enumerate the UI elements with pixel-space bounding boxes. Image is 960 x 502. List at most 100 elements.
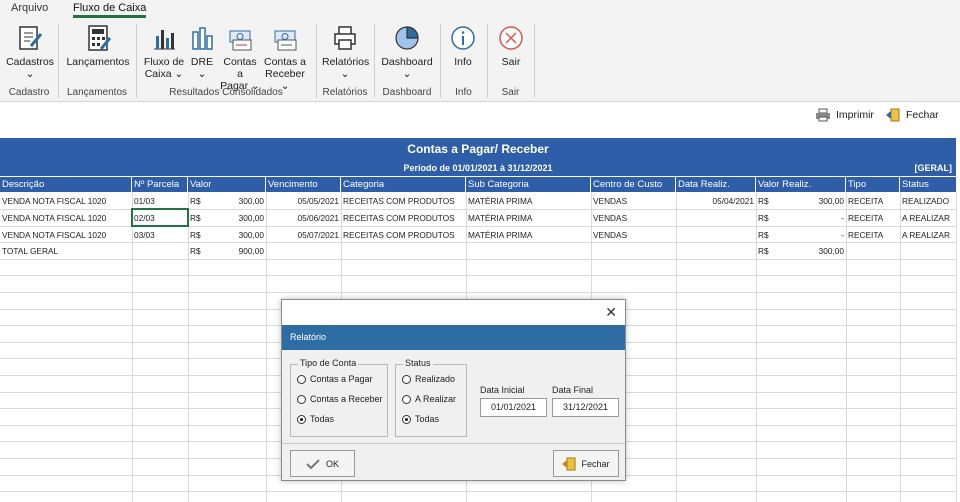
cell-currency[interactable]: R$ bbox=[756, 243, 786, 259]
cell-sub-categoria[interactable]: MATÉRIA PRIMA bbox=[466, 227, 591, 243]
cell-valor-realiz[interactable]: - bbox=[786, 227, 846, 243]
table-row[interactable]: VENDA NOTA FISCAL 1020 01/03 R$ 300,00 0… bbox=[0, 193, 956, 209]
cell-descricao[interactable]: VENDA NOTA FISCAL 1020 bbox=[0, 210, 132, 226]
cell-status[interactable]: REALIZADO bbox=[900, 193, 956, 209]
cell-parcela[interactable]: 01/03 bbox=[132, 193, 188, 209]
tab-arquivo[interactable]: Arquivo bbox=[11, 2, 48, 14]
col-sub-categoria[interactable]: Sub Categoria bbox=[466, 177, 591, 192]
cell-vencimento[interactable]: 05/05/2021 bbox=[266, 193, 341, 209]
fechar-sheet-button[interactable]: Fechar bbox=[885, 108, 939, 122]
sair-button[interactable]: Sair bbox=[498, 24, 524, 68]
contas-a-pagar-button[interactable]: Contas a Pagar ⌄ bbox=[219, 24, 261, 92]
data-inicial-input[interactable]: 01/01/2021 bbox=[480, 398, 547, 417]
checkmark-icon bbox=[306, 458, 320, 469]
cell-categoria[interactable]: RECEITAS COM PRODUTOS bbox=[341, 227, 466, 243]
tab-fluxo-de-caixa[interactable]: Fluxo de Caixa bbox=[73, 2, 147, 18]
cell-tipo[interactable]: RECEITA bbox=[846, 227, 900, 243]
fluxo-de-caixa-button[interactable]: Fluxo de Caixa ⌄ bbox=[142, 24, 186, 80]
cell-vencimento[interactable]: 05/07/2021 bbox=[266, 227, 341, 243]
radio-contas-a-pagar[interactable]: Contas a Pagar bbox=[297, 374, 373, 384]
ok-label: OK bbox=[325, 458, 339, 469]
dre-label: DRE bbox=[190, 56, 214, 68]
col-valor-realiz[interactable]: Valor Realiz. bbox=[756, 177, 846, 192]
cell-valor[interactable]: 300,00 bbox=[214, 227, 266, 243]
report-period-bar: Período de 01/01/2021 à 31/12/2021 [GERA… bbox=[0, 160, 956, 176]
cell-data-realiz[interactable]: 05/04/2021 bbox=[676, 193, 756, 209]
cell-sub-categoria[interactable]: MATÉRIA PRIMA bbox=[466, 210, 591, 226]
cell-centro[interactable]: VENDAS bbox=[591, 193, 676, 209]
col-status[interactable]: Status bbox=[900, 177, 956, 192]
selected-cell[interactable] bbox=[131, 208, 189, 227]
grid-line bbox=[956, 192, 957, 502]
lancamentos-button[interactable]: Lançamentos bbox=[66, 24, 130, 68]
radio-label: Contas a Receber bbox=[310, 394, 383, 404]
cell-tipo[interactable]: RECEITA bbox=[846, 210, 900, 226]
cell-currency[interactable]: R$ bbox=[756, 193, 786, 209]
report-period: Período de 01/01/2021 à 31/12/2021 bbox=[403, 163, 553, 173]
cell-valor-realiz[interactable]: - bbox=[786, 210, 846, 226]
bar-chart-icon bbox=[192, 27, 213, 50]
cell-valor[interactable]: 300,00 bbox=[214, 210, 266, 226]
radio-a-realizar[interactable]: A Realizar bbox=[402, 394, 456, 404]
radio-todas-tipo[interactable]: Todas bbox=[297, 414, 334, 424]
relatorios-button[interactable]: Relatórios ⌄ bbox=[322, 24, 369, 80]
dialog-title: Relatório bbox=[282, 325, 625, 350]
col-parcela[interactable]: Nº Parcela bbox=[132, 177, 188, 192]
filter-tag: [GERAL] bbox=[914, 163, 953, 173]
total-label[interactable]: TOTAL GERAL bbox=[0, 243, 132, 259]
cell-status[interactable]: A REALIZAR bbox=[900, 210, 956, 226]
cell-parcela[interactable]: 03/03 bbox=[132, 227, 188, 243]
imprimir-label: Imprimir bbox=[836, 109, 874, 121]
col-categoria[interactable]: Categoria bbox=[341, 177, 466, 192]
close-icon[interactable]: ✕ bbox=[605, 304, 617, 321]
col-data-realiz[interactable]: Data Realiz. bbox=[676, 177, 756, 192]
cadastros-button[interactable]: Cadastros ⌄ bbox=[6, 24, 54, 80]
cell-data-realiz[interactable] bbox=[676, 227, 756, 243]
dashboard-button[interactable]: Dashboard ⌄ bbox=[381, 24, 433, 80]
radio-todas-status[interactable]: Todas bbox=[402, 414, 439, 424]
info-icon bbox=[451, 26, 475, 50]
cell-centro[interactable]: VENDAS bbox=[591, 210, 676, 226]
col-centro-de-custo[interactable]: Centro de Custo bbox=[591, 177, 676, 192]
cell-sub-categoria[interactable]: MATÉRIA PRIMA bbox=[466, 193, 591, 209]
radio-contas-a-receber[interactable]: Contas a Receber bbox=[297, 394, 383, 404]
radio-realizado[interactable]: Realizado bbox=[402, 374, 455, 384]
cell-status[interactable]: A REALIZAR bbox=[900, 227, 956, 243]
imprimir-button[interactable]: Imprimir bbox=[815, 108, 874, 122]
cell-descricao[interactable]: VENDA NOTA FISCAL 1020 bbox=[0, 227, 132, 243]
total-valor[interactable]: 900,00 bbox=[214, 243, 266, 259]
info-button[interactable]: Info bbox=[450, 24, 476, 68]
exit-door-icon bbox=[886, 108, 900, 122]
cell-tipo[interactable]: RECEITA bbox=[846, 193, 900, 209]
cell-data-realiz[interactable] bbox=[676, 210, 756, 226]
dashboard-dropdown: ⌄ bbox=[402, 68, 412, 80]
total-valor-realiz[interactable]: 300,00 bbox=[786, 243, 846, 259]
cell-valor[interactable]: 300,00 bbox=[214, 193, 266, 209]
contas-a-receber-button[interactable]: Contas a Receber ⌄ bbox=[263, 24, 307, 92]
col-tipo[interactable]: Tipo bbox=[846, 177, 900, 192]
cell-currency[interactable]: R$ bbox=[756, 210, 786, 226]
ok-button[interactable]: OK bbox=[290, 450, 355, 477]
cell-descricao[interactable]: VENDA NOTA FISCAL 1020 bbox=[0, 193, 132, 209]
cell-centro[interactable]: VENDAS bbox=[591, 227, 676, 243]
table-row[interactable]: VENDA NOTA FISCAL 1020 03/03 R$ 300,00 0… bbox=[0, 227, 956, 243]
col-vencimento[interactable]: Vencimento bbox=[266, 177, 341, 192]
group-label-relatorios: Relatórios bbox=[322, 87, 368, 98]
cadastros-dropdown: ⌄ bbox=[25, 68, 35, 80]
fechar-dialog-label: Fechar bbox=[581, 458, 610, 469]
radio-circle-checked bbox=[297, 414, 306, 424]
cell-categoria[interactable]: RECEITAS COM PRODUTOS bbox=[341, 193, 466, 209]
data-final-input[interactable]: 31/12/2021 bbox=[552, 398, 619, 417]
group-label-sair: Sair bbox=[501, 87, 520, 98]
cell-currency[interactable]: R$ bbox=[756, 227, 786, 243]
col-descricao[interactable]: Descrição bbox=[0, 177, 132, 192]
dre-button[interactable]: DRE ⌄ bbox=[189, 24, 215, 80]
fechar-dialog-button[interactable]: Fechar bbox=[553, 450, 619, 477]
col-valor[interactable]: Valor bbox=[188, 177, 266, 192]
radio-label: Todas bbox=[415, 414, 440, 424]
cadastros-label: Cadastros bbox=[6, 56, 54, 68]
total-row[interactable]: TOTAL GERAL R$ 900,00 R$ 300,00 bbox=[0, 243, 956, 259]
cell-vencimento[interactable]: 05/06/2021 bbox=[266, 210, 341, 226]
cell-valor-realiz[interactable]: 300,00 bbox=[786, 193, 846, 209]
cell-categoria[interactable]: RECEITAS COM PRODUTOS bbox=[341, 210, 466, 226]
